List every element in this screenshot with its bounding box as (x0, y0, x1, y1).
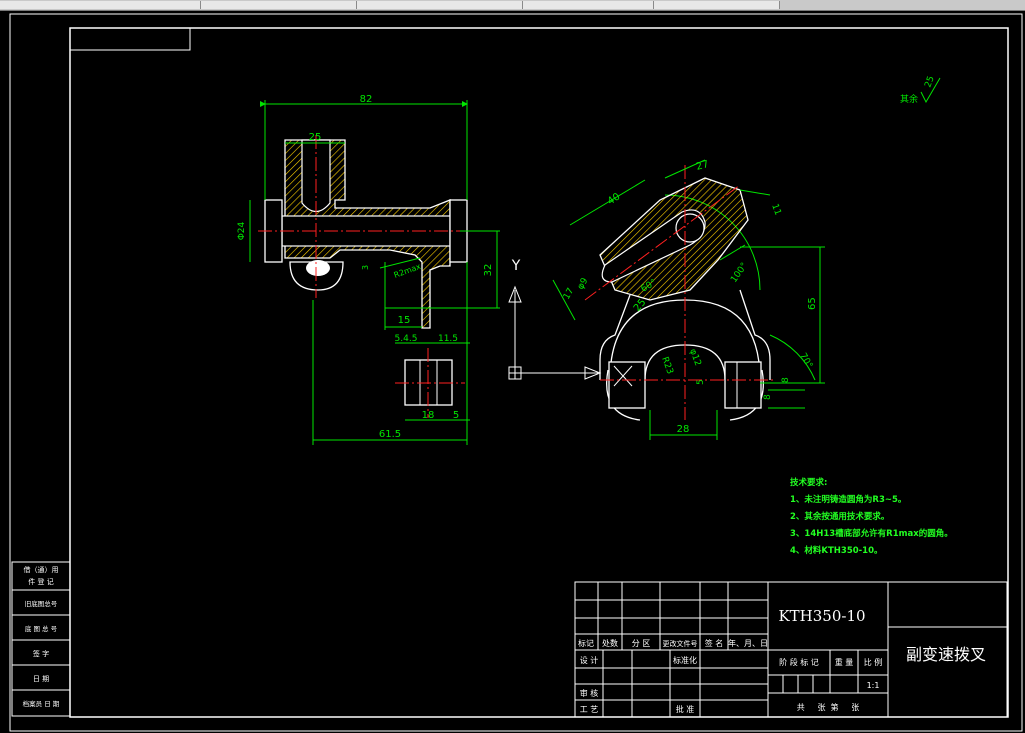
notes-item-4: 4、材料KTH350-10。 (790, 546, 883, 556)
dim-r2max: R2max (393, 262, 423, 280)
sidebar-label: 档案员 日 期 (23, 699, 60, 708)
roughness-text: 其余 (900, 93, 918, 105)
dim-5: 5 (453, 410, 459, 421)
dim-25b: 25 (632, 297, 649, 314)
dim-25: 25 (309, 132, 322, 143)
fork-top-view[interactable]: 27 40 11 17 φ9 60° 25 100° 65 R23 φ12 5 … (552, 159, 825, 440)
front-section-view[interactable]: 82 25 Φ24 R2max 3 32 15 5.4.5 11.5 18 5 … (237, 94, 500, 445)
dim-40: 40 (606, 191, 623, 207)
axis-y-label: Y (511, 258, 521, 274)
header-cell: 分 区 (632, 639, 651, 648)
ucs-axis-icon: Y (508, 258, 602, 380)
dim-70: 70° (797, 352, 814, 371)
sidebar-label: 签 字 (33, 649, 49, 658)
dim-5b: 5 (696, 379, 706, 385)
notes-title: 技术要求: (790, 478, 828, 488)
sidebar-label: 底 图 总 号 (25, 624, 58, 633)
dim-27: 27 (695, 159, 710, 173)
dim-32: 32 (483, 264, 494, 277)
dim-phi9: φ9 (576, 276, 591, 291)
stage-label: 阶 段 标 记 (779, 657, 819, 667)
sidebar-label: 日 期 (33, 675, 49, 683)
dim-3: 3 (361, 265, 370, 270)
scale-value: 1:1 (867, 681, 880, 690)
dim-phi12: φ12 (687, 348, 702, 368)
dim-61-5: 61.5 (379, 429, 401, 440)
design-label: 设 计 (580, 655, 599, 665)
sheets-label: 共 张 第 张 (797, 702, 860, 712)
process-label: 工 艺 (580, 705, 599, 714)
review-label: 审 核 (580, 688, 599, 698)
dim-11-5: 11.5 (438, 334, 458, 344)
dim-15: 15 (398, 315, 411, 326)
dim-11: 11 (769, 203, 782, 217)
sidebar-label: 件 登 记 (28, 577, 53, 586)
header-cell: 标记 (578, 638, 594, 648)
cad-drawing-canvas[interactable]: 借（通）用 件 登 记 旧底图总号 底 图 总 号 签 字 日 期 档案员 日 … (0, 0, 1025, 733)
dim-phi24: Φ24 (237, 221, 247, 240)
roughness-symbol: 其余 25 (900, 75, 941, 105)
header-cell: 处数 (602, 638, 618, 648)
standard-label: 标准化 (673, 655, 697, 665)
header-cell: 签 名 (705, 638, 724, 648)
material-label: KTH350-10 (778, 607, 865, 625)
approve-label: 批 准 (676, 704, 695, 714)
dim-100: 100° (729, 261, 750, 285)
sidebar-label: 旧底图总号 (25, 599, 58, 608)
dim-18: 18 (422, 410, 435, 421)
notes-item-2: 2、其余按通用技术要求。 (790, 512, 890, 522)
dim-28: 28 (677, 424, 690, 435)
sidebar-label: 借（通）用 (24, 565, 59, 574)
header-cell: 更改文件号 (663, 639, 698, 648)
dim-65: 65 (807, 297, 818, 310)
dim-8a: 8 (781, 377, 791, 383)
dim-8b: 8 (763, 394, 773, 400)
notes-item-3: 3、14H13槽底部允许有R1max的圆角。 (790, 529, 953, 539)
side-registration-table: 借（通）用 件 登 记 旧底图总号 底 图 总 号 签 字 日 期 档案员 日 … (11, 561, 71, 717)
ratio-label: 比 例 (864, 657, 883, 667)
dim-82: 82 (360, 94, 373, 105)
notes-item-1: 1、未注明铸造圆角为R3~5。 (790, 495, 907, 505)
part-name: 副变速拨叉 (906, 645, 986, 664)
weight-label: 重 量 (835, 657, 854, 667)
header-cell: 年、月、日 (728, 638, 768, 648)
dim-5-4-5: 5.4.5 (395, 334, 418, 344)
dim-r23: R23 (659, 356, 674, 376)
